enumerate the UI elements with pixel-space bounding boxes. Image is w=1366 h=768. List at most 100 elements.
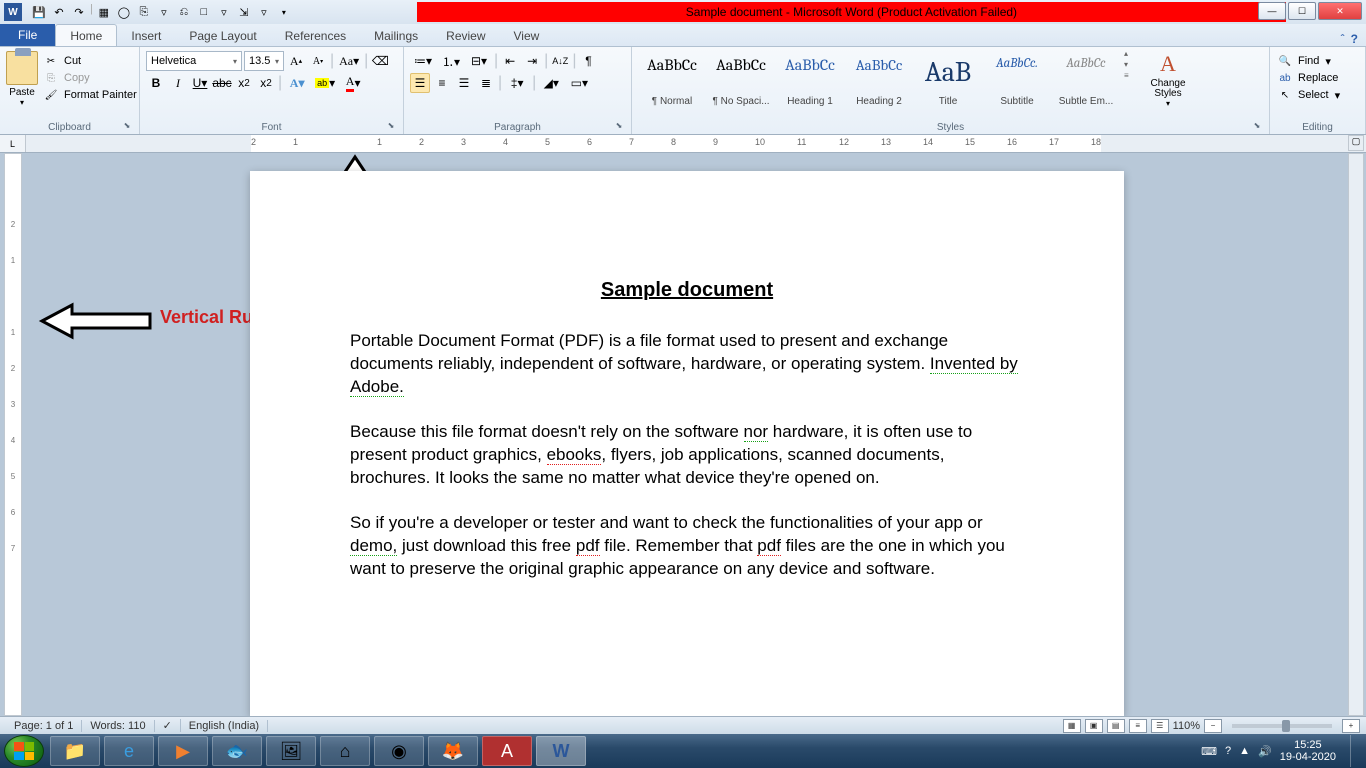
find-button[interactable]: 🔍Find ▾ (1276, 53, 1342, 69)
shrink-font-button[interactable]: A▾ (308, 51, 328, 71)
highlight-button[interactable]: ab▾ (312, 73, 338, 93)
increase-indent-button[interactable]: ⇥ (522, 51, 542, 71)
zoom-in-button[interactable]: + (1342, 719, 1360, 733)
qat-customize-icon[interactable]: ▾ (275, 3, 293, 21)
style-item-1[interactable]: AaBbCc¶ No Spaci... (707, 51, 775, 109)
vertical-ruler[interactable]: 211234567 (4, 153, 22, 716)
qat-item-4[interactable]: ▿ (155, 3, 173, 21)
copy-button[interactable]: ⎘Copy (42, 70, 141, 86)
taskbar-app-3[interactable]: ⌂ (320, 736, 370, 766)
zoom-out-button[interactable]: − (1204, 719, 1222, 733)
superscript-button[interactable]: x2 (256, 73, 276, 93)
qat-item-6[interactable]: □ (195, 3, 213, 21)
paste-dropdown-icon[interactable]: ▾ (20, 98, 24, 107)
strikethrough-button[interactable]: abc (212, 73, 232, 93)
font-size-combo[interactable]: 13.5▾ (244, 51, 284, 71)
proofing-icon[interactable]: ✓ (155, 719, 181, 732)
qat-item-1[interactable]: ▦ (95, 3, 113, 21)
font-color-button[interactable]: A▾ (340, 73, 366, 93)
page-status[interactable]: Page: 1 of 1 (6, 720, 82, 732)
styles-launcher-icon[interactable]: ⬊ (1251, 121, 1263, 133)
redo-icon[interactable]: ↷ (70, 3, 88, 21)
align-left-button[interactable]: ☰ (410, 73, 430, 93)
tab-selector[interactable]: L (0, 135, 26, 152)
minimize-ribbon-icon[interactable]: ˆ (1341, 32, 1345, 46)
qat-item-7[interactable]: ▿ (215, 3, 233, 21)
tab-references[interactable]: References (271, 25, 360, 46)
style-item-0[interactable]: AaBbCc¶ Normal (638, 51, 706, 109)
replace-button[interactable]: abReplace (1276, 70, 1342, 86)
align-right-button[interactable]: ☰ (454, 73, 474, 93)
qat-item-5[interactable]: ⎌ (175, 3, 193, 21)
font-name-combo[interactable]: Helvetica▾ (146, 51, 242, 71)
tab-review[interactable]: Review (432, 25, 499, 46)
taskbar-firefox[interactable]: 🦊 (428, 736, 478, 766)
text-effects-button[interactable]: A▾ (284, 73, 310, 93)
tab-file[interactable]: File (0, 24, 55, 46)
style-item-2[interactable]: AaBbCcHeading 1 (776, 51, 844, 109)
clipboard-launcher-icon[interactable]: ⬊ (121, 121, 133, 133)
taskbar-ie[interactable]: e (104, 736, 154, 766)
undo-icon[interactable]: ↶ (50, 3, 68, 21)
qat-item-2[interactable]: ◯ (115, 3, 133, 21)
horizontal-ruler[interactable]: 21123456789101112131415161718 (251, 135, 1101, 152)
subscript-button[interactable]: x2 (234, 73, 254, 93)
show-marks-button[interactable]: ¶ (578, 51, 598, 71)
ruler-toggle-button[interactable]: ▢ (1348, 135, 1364, 151)
word-count[interactable]: Words: 110 (82, 720, 154, 732)
taskbar-adobe[interactable]: A (482, 736, 532, 766)
maximize-button[interactable]: ☐ (1288, 2, 1316, 20)
clear-formatting-button[interactable]: ⌫ (370, 51, 390, 71)
tab-mailings[interactable]: Mailings (360, 25, 432, 46)
paragraph-launcher-icon[interactable]: ⬊ (613, 121, 625, 133)
format-painter-button[interactable]: 🖌Format Painter (42, 87, 141, 103)
tray-icon-1[interactable]: ⌨ (1201, 745, 1217, 758)
justify-button[interactable]: ≣ (476, 73, 496, 93)
grow-font-button[interactable]: A▴ (286, 51, 306, 71)
tab-home[interactable]: Home (55, 24, 117, 46)
language-status[interactable]: English (India) (181, 720, 268, 732)
minimize-button[interactable]: — (1258, 2, 1286, 20)
taskbar-explorer[interactable]: 📁 (50, 736, 100, 766)
vertical-scrollbar[interactable] (1348, 153, 1364, 716)
show-desktop-button[interactable] (1350, 735, 1360, 767)
draft-view[interactable]: ☰ (1151, 719, 1169, 733)
style-item-5[interactable]: AaBbCc.Subtitle (983, 51, 1051, 109)
qat-item-3[interactable]: ⎘ (135, 3, 153, 21)
align-center-button[interactable]: ≡ (432, 73, 452, 93)
tab-insert[interactable]: Insert (117, 25, 175, 46)
cut-button[interactable]: ✂Cut (42, 53, 141, 69)
multilevel-button[interactable]: ⊟▾ (466, 51, 492, 71)
close-button[interactable]: ✕ (1318, 2, 1362, 20)
taskbar-app-1[interactable]: 🐟 (212, 736, 262, 766)
underline-button[interactable]: U▾ (190, 73, 210, 93)
tray-clock[interactable]: 15:25 19-04-2020 (1280, 739, 1336, 763)
web-layout-view[interactable]: ▤ (1107, 719, 1125, 733)
sort-button[interactable]: A↓Z (550, 51, 570, 71)
zoom-slider[interactable] (1232, 724, 1332, 728)
save-icon[interactable]: 💾 (30, 3, 48, 21)
bold-button[interactable]: B (146, 73, 166, 93)
bullets-button[interactable]: ≔▾ (410, 51, 436, 71)
tray-flag-icon[interactable]: ▲ (1239, 745, 1250, 757)
qat-item-9[interactable]: ▿ (255, 3, 273, 21)
style-item-4[interactable]: AaBTitle (914, 51, 982, 109)
tray-help-icon[interactable]: ? (1225, 745, 1231, 757)
decrease-indent-button[interactable]: ⇤ (500, 51, 520, 71)
full-screen-view[interactable]: ▣ (1085, 719, 1103, 733)
font-launcher-icon[interactable]: ⬊ (385, 121, 397, 133)
styles-more-button[interactable]: ▴▾≡ (1124, 49, 1140, 80)
shading-button[interactable]: ◢▾ (538, 73, 564, 93)
select-button[interactable]: ↖Select ▾ (1276, 87, 1342, 103)
style-item-3[interactable]: AaBbCcHeading 2 (845, 51, 913, 109)
italic-button[interactable]: I (168, 73, 188, 93)
tray-volume-icon[interactable]: 🔊 (1258, 745, 1272, 758)
help-icon[interactable]: ? (1351, 32, 1358, 46)
line-spacing-button[interactable]: ‡▾ (504, 73, 530, 93)
change-styles-button[interactable]: A Change Styles ▾ (1144, 49, 1192, 108)
taskbar-app-2[interactable]: 🖼 (266, 736, 316, 766)
numbering-button[interactable]: ⒈▾ (438, 51, 464, 71)
word-app-icon[interactable]: W (4, 3, 22, 21)
taskbar-media-player[interactable]: ▶ (158, 736, 208, 766)
style-item-6[interactable]: AaBbCcSubtle Em... (1052, 51, 1120, 109)
